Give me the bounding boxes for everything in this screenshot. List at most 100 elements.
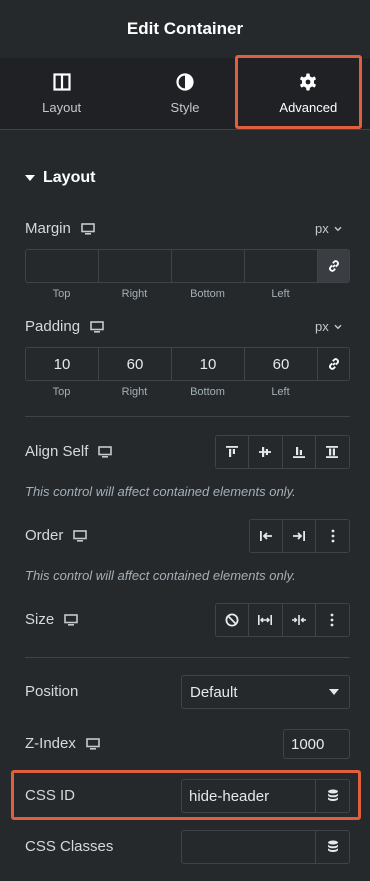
align-self-label: Align Self [25,443,89,460]
align-bottom-icon [292,447,305,458]
margin-unit: px [315,221,329,236]
database-icon [327,789,338,801]
tab-layout-label: Layout [42,99,82,115]
tab-layout[interactable]: Layout [0,58,123,129]
desktop-icon[interactable] [64,613,78,626]
align-self-start-button[interactable] [216,436,250,468]
css-id-label: CSS ID [25,787,76,804]
position-control-label: Position [25,683,78,700]
margin-link-button[interactable] [318,250,349,282]
margin-inputs [25,249,350,283]
dynamic-tags-button[interactable] [315,831,349,863]
padding-left-label: Left [271,386,290,398]
tab-advanced-label: Advanced [279,99,338,115]
size-more-button[interactable] [315,604,349,636]
section-title: Layout [43,169,96,186]
size-none-button[interactable] [216,604,250,636]
margin-top-label: Top [52,288,71,300]
tab-style[interactable]: Style [123,58,246,129]
padding-label: Padding [25,318,81,335]
half-circle-icon [176,72,194,91]
margin-right-label: Right [121,288,148,300]
margin-bottom-input[interactable] [172,250,245,282]
order-start-button[interactable] [250,520,284,552]
order-end-button[interactable] [283,520,317,552]
padding-link-button[interactable] [318,348,349,380]
size-control-label: Size [25,611,78,628]
dynamic-tags-button[interactable] [315,780,349,812]
padding-inputs: 10 60 10 60 [25,347,350,381]
desktop-icon[interactable] [86,737,100,750]
desktop-icon[interactable] [90,320,104,333]
css-id-control-label: CSS ID [25,787,75,804]
padding-unit-select[interactable]: px [315,319,342,334]
desktop-icon[interactable] [73,529,88,542]
css-id-input[interactable]: hide-header [181,779,350,813]
order-label: Order [25,527,64,544]
panel-title: Edit Container [126,19,244,38]
panel-header: Edit Container [0,0,370,58]
more-vertical-icon [330,613,334,627]
align-self-end-button[interactable] [282,436,316,468]
z-index-input[interactable]: 1000 [283,729,350,759]
z-index-label: Z-Index [25,735,76,752]
margin-left-input[interactable] [245,250,318,282]
padding-right-label: Right [121,386,148,398]
margin-top-input[interactable] [26,250,99,282]
margin-label: Margin [25,220,71,237]
css-classes-label: CSS Classes [25,838,114,855]
chevron-down-icon [334,324,342,329]
link-icon [328,260,339,272]
desktop-icon[interactable] [81,222,95,235]
css-classes-input[interactable] [181,830,350,864]
z-index-control-label: Z-Index [25,735,100,752]
shrink-horizontal-icon [291,615,306,625]
size-shrink-button[interactable] [282,604,316,636]
padding-left-input[interactable]: 60 [245,348,318,380]
link-icon [328,358,339,370]
position-value: Default [190,683,238,701]
margin-bottom-label: Bottom [190,288,225,300]
margin-control-label: Margin [25,220,95,237]
css-classes-value [182,831,315,863]
padding-bottom-input[interactable]: 10 [172,348,245,380]
margin-right-input[interactable] [99,250,172,282]
z-index-value: 1000 [291,735,325,753]
padding-bottom-label: Bottom [190,386,225,398]
align-self-center-button[interactable] [249,436,283,468]
order-control-label: Order [25,527,88,544]
align-self-stretch-button[interactable] [315,436,349,468]
tab-style-label: Style [170,99,200,115]
padding-right-input[interactable]: 60 [99,348,172,380]
caret-down-icon [329,689,339,695]
database-icon [327,840,338,852]
gear-icon [300,73,317,90]
tab-advanced[interactable]: Advanced [247,58,370,129]
desktop-icon[interactable] [98,445,113,458]
margin-left-label: Left [271,288,290,300]
ban-icon [225,613,239,627]
padding-top-input[interactable]: 10 [26,348,99,380]
padding-top-label: Top [52,386,71,398]
order-more-button[interactable] [316,520,349,552]
arrow-to-end-icon [293,531,306,541]
section-header-layout[interactable]: Layout [25,169,95,187]
expand-horizontal-icon [258,615,273,625]
align-top-icon [226,446,239,457]
tab-bar: Layout Style Advanced [0,58,370,130]
size-grow-button[interactable] [249,604,283,636]
align-self-note: This control will affect contained eleme… [25,484,296,499]
css-classes-control-label: CSS Classes [25,838,113,855]
arrow-to-start-icon [260,531,272,541]
order-buttons [249,519,350,553]
align-middle-icon [259,447,272,457]
align-stretch-icon [326,446,339,458]
size-label: Size [25,611,55,628]
margin-unit-select[interactable]: px [315,221,342,236]
align-self-buttons [215,435,350,469]
size-buttons [215,603,350,637]
position-select[interactable]: Default [181,675,350,709]
divider [25,657,350,658]
position-label: Position [25,683,79,700]
margin-side-labels: Top Right Bottom Left [25,288,317,300]
